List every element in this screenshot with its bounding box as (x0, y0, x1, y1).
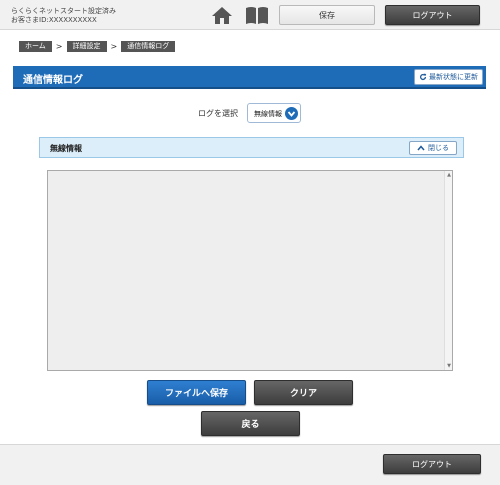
logout-button-bottom[interactable]: ログアウト (383, 454, 481, 474)
refresh-label: 最新状態に更新 (429, 73, 478, 81)
log-select-value: 無線情報 (254, 110, 282, 118)
bottom-bar: ログアウト (0, 444, 500, 485)
page-title: 通信情報ログ (23, 75, 83, 86)
status-line-setup: らくらくネットスタート設定済み (11, 7, 116, 15)
save-button[interactable]: 保存 (279, 5, 375, 25)
breadcrumb-current: 通信情報ログ (121, 41, 176, 52)
collapse-button[interactable]: 閉じる (409, 141, 457, 155)
home-icon[interactable] (212, 6, 232, 25)
status-line-customer-id: お客さまID:XXXXXXXXXX (11, 16, 97, 24)
log-scrollbar[interactable]: ▲ ▼ (444, 171, 452, 370)
refresh-icon (419, 73, 427, 81)
breadcrumb-separator: > (110, 42, 118, 51)
chevron-up-icon (417, 145, 425, 151)
back-button[interactable]: 戻る (201, 411, 300, 436)
top-bar: らくらくネットスタート設定済み お客さまID:XXXXXXXXXX 保存 ログア… (0, 0, 500, 30)
collapse-label: 閉じる (428, 144, 449, 152)
scroll-up-icon[interactable]: ▲ (446, 172, 452, 178)
log-textarea[interactable]: ▲ ▼ (47, 170, 453, 371)
page-title-bar: 通信情報ログ 最新状態に更新 (13, 66, 486, 89)
refresh-button[interactable]: 最新状態に更新 (414, 69, 483, 85)
breadcrumb-home[interactable]: ホーム (19, 41, 52, 52)
section-title: 無線情報 (50, 144, 82, 153)
chevron-down-icon (285, 107, 298, 120)
book-icon[interactable] (245, 6, 269, 25)
wireless-info-section-header: 無線情報 閉じる (39, 137, 464, 158)
log-select-row: ログを選択 無線情報 (0, 103, 500, 123)
scroll-down-icon[interactable]: ▼ (446, 363, 452, 369)
save-to-file-button[interactable]: ファイルへ保存 (147, 380, 246, 405)
clear-button[interactable]: クリア (254, 380, 353, 405)
breadcrumb: ホーム > 詳細設定 > 通信情報ログ (19, 41, 176, 52)
log-select-dropdown[interactable]: 無線情報 (247, 103, 301, 123)
log-select-label: ログを選択 (198, 109, 238, 118)
logout-button-top[interactable]: ログアウト (385, 5, 480, 25)
breadcrumb-separator: > (55, 42, 63, 51)
breadcrumb-advanced-settings[interactable]: 詳細設定 (66, 41, 107, 52)
status-info: らくらくネットスタート設定済み お客さまID:XXXXXXXXXX (11, 7, 116, 25)
